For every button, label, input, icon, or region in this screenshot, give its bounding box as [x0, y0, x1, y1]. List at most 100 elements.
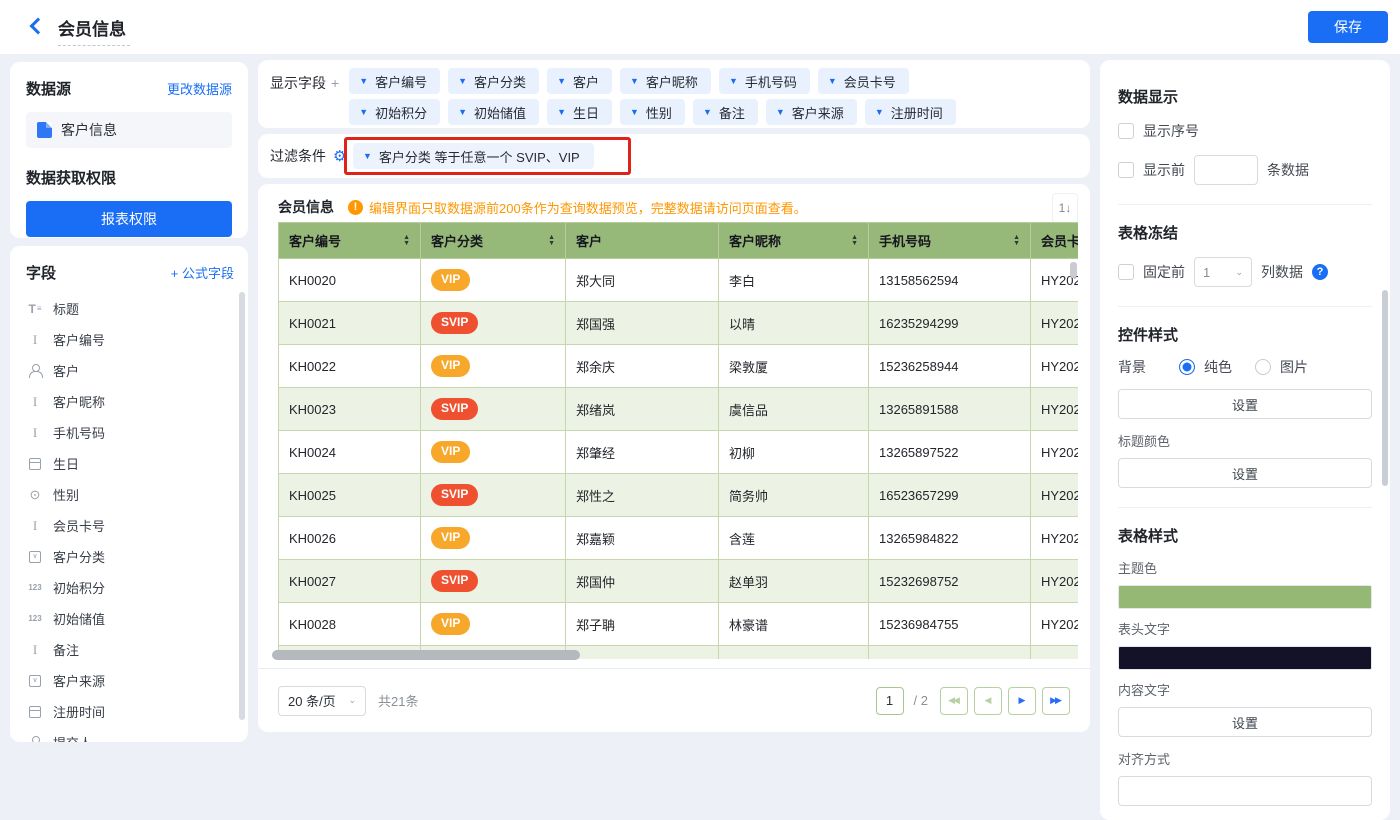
fields-scrollbar[interactable]: [239, 292, 245, 720]
settings-scrollbar[interactable]: [1382, 290, 1388, 486]
save-button[interactable]: 保存: [1308, 11, 1388, 43]
field-item[interactable]: 客户编号: [26, 324, 234, 355]
field-chip[interactable]: ▼ 初始储值: [448, 99, 540, 125]
last-page-button[interactable]: ▶▶: [1042, 686, 1070, 715]
field-label: 客户昵称: [53, 395, 106, 410]
page-title[interactable]: 会员信息: [58, 15, 130, 46]
field-chip[interactable]: ▼ 初始积分: [349, 99, 441, 125]
sort-order-tool[interactable]: 1↓: [1052, 193, 1078, 223]
column-header-id[interactable]: 客户编号 ▲ ▼: [278, 222, 421, 259]
access-title: 数据获取权限: [26, 170, 117, 187]
help-icon[interactable]: ?: [1312, 264, 1328, 280]
field-chip[interactable]: ▼ 手机号码: [718, 68, 810, 94]
field-item[interactable]: 提交人: [26, 727, 234, 742]
table-row: KH0025 SVIP 郑性之 简务帅 16523657299 HY2022: [278, 473, 1078, 517]
field-item[interactable]: 性别: [26, 479, 234, 510]
report-permission-button[interactable]: 报表权限: [26, 201, 232, 237]
prev-page-button[interactable]: ◀: [974, 686, 1002, 715]
show-first-checkbox[interactable]: [1118, 162, 1134, 178]
freeze-checkbox[interactable]: [1118, 264, 1134, 280]
column-header-card: 会员卡号: [1030, 222, 1078, 259]
field-chip-label: 客户编号: [375, 74, 428, 90]
change-datasource-link[interactable]: 更改数据源: [167, 79, 232, 98]
cell-id: KH0028: [278, 602, 421, 646]
cell-phone: 13265897522: [868, 430, 1031, 474]
table-horizontal-scrollbar[interactable]: [272, 650, 580, 660]
cell-id: KH0021: [278, 301, 421, 345]
content-text-set-button[interactable]: 设置: [1118, 707, 1372, 737]
field-item[interactable]: 会员卡号: [26, 510, 234, 541]
sort-icon[interactable]: ▲ ▼: [1013, 234, 1020, 247]
field-type-icon: [26, 456, 44, 472]
fix-first-label: 固定前: [1143, 264, 1185, 280]
datasource-item[interactable]: 客户信息: [26, 112, 232, 148]
field-chip[interactable]: ▼ 客户昵称: [620, 68, 711, 94]
chevron-down-icon: ▼: [359, 75, 369, 86]
column-header-phone[interactable]: 手机号码 ▲ ▼: [868, 222, 1031, 259]
add-formula-field-link[interactable]: + 公式字段: [171, 263, 234, 282]
cell-id: KH0023: [278, 387, 421, 431]
field-chip[interactable]: ▼ 备注: [692, 99, 758, 125]
add-display-field-icon[interactable]: +: [331, 75, 339, 91]
table-vertical-scrollbar[interactable]: [1070, 262, 1077, 278]
next-page-button[interactable]: ▶: [1008, 686, 1036, 715]
field-item[interactable]: 初始储值: [26, 603, 234, 634]
field-label: 注册时间: [53, 705, 106, 720]
chevron-down-icon: ▼: [458, 75, 468, 86]
top-bar: 会员信息 保存: [0, 0, 1400, 55]
field-chip[interactable]: ▼ 注册时间: [864, 99, 956, 125]
back-icon[interactable]: [30, 20, 42, 32]
field-item[interactable]: 注册时间: [26, 696, 234, 727]
field-item[interactable]: 生日: [26, 448, 234, 479]
column-label: 客户: [576, 234, 603, 249]
column-header-nickname[interactable]: 客户昵称 ▲ ▼: [718, 222, 869, 259]
image-radio[interactable]: [1255, 359, 1271, 375]
page-size-select[interactable]: 20 条/页 ⌄: [278, 685, 366, 716]
field-chip-label: 手机号码: [744, 74, 797, 90]
field-chip[interactable]: ▼ 会员卡号: [817, 68, 909, 94]
page-number-input[interactable]: [875, 686, 904, 715]
background-set-button[interactable]: 设置: [1118, 389, 1372, 419]
column-header-category[interactable]: 客户分类 ▲ ▼: [420, 222, 566, 259]
sort-icon[interactable]: ▲ ▼: [548, 234, 555, 247]
field-chip[interactable]: ▼ 客户编号: [349, 68, 441, 94]
align-control[interactable]: [1118, 776, 1372, 806]
theme-color-swatch[interactable]: [1118, 585, 1372, 609]
freeze-columns-select[interactable]: 1 ⌄: [1194, 257, 1252, 287]
field-chip[interactable]: ▼ 生日: [547, 99, 612, 125]
field-item[interactable]: 备注: [26, 634, 234, 665]
sort-icon[interactable]: ▲ ▼: [851, 234, 858, 247]
cell-phone: 15232698752: [868, 559, 1031, 603]
header-text-color-swatch[interactable]: [1118, 646, 1372, 670]
cell-card: HY2022: [1030, 430, 1078, 474]
show-index-checkbox[interactable]: [1118, 123, 1134, 139]
field-item[interactable]: 手机号码: [26, 417, 234, 448]
solid-color-radio[interactable]: [1179, 359, 1195, 375]
field-chip[interactable]: ▼ 客户分类: [448, 68, 540, 94]
chevron-down-icon: ⌄: [348, 695, 356, 705]
row-limit-input[interactable]: [1194, 155, 1258, 185]
field-label: 手机号码: [53, 426, 106, 441]
field-item[interactable]: 标题: [26, 293, 234, 324]
cell-phone: [868, 645, 1031, 659]
category-badge: VIP: [431, 355, 471, 377]
first-page-button[interactable]: ◀◀: [940, 686, 968, 715]
field-chip[interactable]: ▼ 客户来源: [765, 99, 857, 125]
divider: [1118, 306, 1372, 307]
field-chip[interactable]: ▼ 性别: [620, 99, 685, 125]
chevron-down-icon: ▼: [874, 106, 884, 117]
cell-category: SVIP: [420, 559, 566, 603]
category-badge: VIP: [431, 441, 471, 463]
field-item[interactable]: 客户: [26, 355, 234, 386]
chevron-down-icon: ▼: [557, 106, 566, 117]
chevron-down-icon: ▼: [557, 75, 566, 86]
sort-icon[interactable]: ▲ ▼: [403, 234, 410, 247]
title-color-set-button[interactable]: 设置: [1118, 458, 1372, 488]
filter-condition-chip[interactable]: ▼ 客户分类 等于任意一个 SVIP、VIP: [353, 143, 594, 169]
cell-card: HY2022: [1030, 344, 1078, 388]
field-item[interactable]: 客户昵称: [26, 386, 234, 417]
field-item[interactable]: 初始积分: [26, 572, 234, 603]
field-item[interactable]: 客户分类: [26, 541, 234, 572]
field-item[interactable]: 客户来源: [26, 665, 234, 696]
field-chip[interactable]: ▼ 客户: [547, 68, 612, 94]
